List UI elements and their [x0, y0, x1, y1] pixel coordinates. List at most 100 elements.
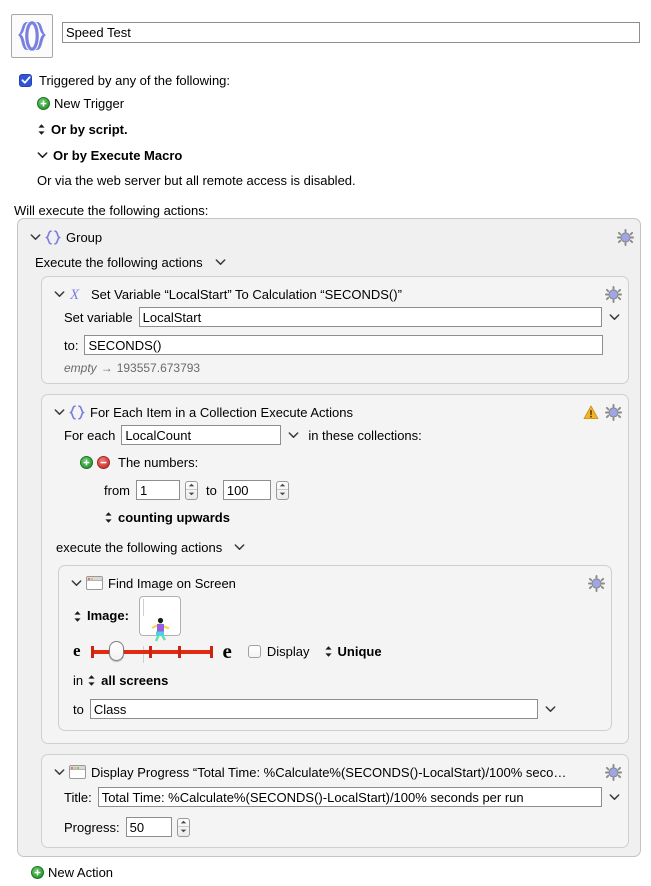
collection-type-label: The numbers: [118, 454, 199, 470]
set-variable-result: empty → 193557.673793 [42, 357, 628, 375]
unique-label: Unique [337, 643, 382, 659]
screens-row: in all screens [59, 668, 611, 692]
display-progress-title-row[interactable]: Display Progress “Total Time: %Calculate… [42, 761, 628, 783]
chevron-down-icon[interactable] [215, 258, 226, 266]
group-title: Group [66, 229, 103, 245]
display-progress-title: Display Progress “Total Time: %Calculate… [91, 764, 567, 780]
action-display-progress: Display Progress “Total Time: %Calculate… [41, 754, 629, 848]
range-from-input[interactable] [136, 480, 180, 500]
set-variable-title-row[interactable]: X Set Variable “LocalStart” To Calculati… [42, 283, 628, 305]
set-variable-value-row: to: [42, 333, 628, 357]
for-each-variable-row: For each in these collections: [42, 423, 628, 447]
set-variable-label: Set variable [64, 309, 133, 325]
in-label: in [73, 672, 84, 688]
add-collection-icon[interactable] [80, 455, 93, 469]
up-down-chevron-icon[interactable] [324, 645, 333, 658]
add-trigger-icon[interactable] [37, 96, 50, 110]
chevron-down-icon [37, 151, 48, 159]
triggered-by-checkbox[interactable] [19, 73, 32, 87]
group-title-row[interactable]: Group [18, 226, 640, 248]
progress-value-row: Progress: [42, 815, 628, 839]
find-image-disclosure-icon[interactable] [69, 579, 83, 587]
or-by-script-row[interactable]: Or by script. [37, 116, 651, 142]
up-down-chevron-icon[interactable] [87, 674, 96, 687]
find-image-title-row[interactable]: Find Image on Screen [59, 572, 611, 594]
up-down-chevron-icon [104, 511, 113, 524]
trigger-enabled-row[interactable]: Triggered by any of the following: [19, 70, 651, 90]
triggers-section: Triggered by any of the following: New T… [0, 58, 651, 192]
macro-header [0, 0, 651, 58]
range-from-stepper[interactable] [185, 480, 198, 500]
for-each-label: For each [64, 427, 116, 443]
range-to-stepper[interactable] [275, 480, 289, 500]
window-icon [69, 765, 86, 779]
range-to-input[interactable] [222, 480, 271, 500]
chevron-down-icon[interactable] [545, 705, 556, 713]
counting-direction-label: counting upwards [118, 509, 230, 525]
action-group: Group Execute the following actions X Se… [17, 218, 641, 857]
gear-icon[interactable] [588, 574, 605, 592]
up-down-chevron-icon[interactable] [73, 610, 82, 623]
or-by-execute-macro-row[interactable]: Or by Execute Macro [37, 142, 651, 168]
from-label: from [104, 482, 130, 498]
progress-stepper[interactable] [176, 817, 190, 837]
set-variable-name-row: Set variable [42, 305, 628, 329]
chevron-down-icon[interactable] [609, 313, 620, 321]
for-each-execute-row[interactable]: execute the following actions [42, 535, 628, 559]
to-label: to [73, 701, 84, 717]
gear-icon[interactable] [605, 285, 622, 303]
for-each-variable-input[interactable] [121, 425, 282, 445]
fuzz-slider[interactable] [90, 641, 213, 661]
number-range-row: from to [42, 478, 628, 502]
for-each-title-row[interactable]: For Each Item in a Collection Execute Ac… [42, 401, 628, 423]
collection-row: The numbers: [42, 450, 628, 474]
variable-name-input[interactable] [138, 307, 602, 327]
fuzz-slider-knob[interactable] [108, 641, 124, 661]
web-server-note-label: Or via the web server but all remote acc… [37, 172, 356, 188]
group-execute-row[interactable]: Execute the following actions [18, 248, 640, 276]
or-by-script-label: Or by script. [51, 121, 128, 137]
gear-icon[interactable] [617, 228, 634, 246]
variable-x-icon: X [69, 286, 86, 302]
gear-icon[interactable] [605, 763, 622, 781]
counting-direction-row[interactable]: counting upwards [42, 505, 628, 529]
new-action-label: New Action [48, 865, 114, 880]
set-variable-title: Set Variable “LocalStart” To Calculation… [91, 286, 402, 302]
add-action-icon[interactable] [31, 866, 44, 879]
variable-value-input[interactable] [84, 335, 603, 355]
set-variable-disclosure-icon[interactable] [52, 290, 66, 298]
for-each-execute-label: execute the following actions [56, 539, 223, 555]
display-checkbox[interactable] [247, 644, 261, 658]
remove-collection-icon[interactable] [97, 455, 110, 469]
new-action-row[interactable]: New Action [0, 857, 651, 880]
macro-icon[interactable] [11, 14, 53, 58]
actions-header-label: Will execute the following actions: [14, 202, 209, 218]
find-image-result-input[interactable] [89, 699, 538, 719]
arrow-icon: → [100, 361, 113, 375]
image-label: Image: [87, 608, 129, 623]
chevron-down-icon[interactable] [609, 793, 620, 801]
warning-icon[interactable] [583, 405, 599, 420]
progress-input[interactable] [125, 817, 172, 837]
to-label: to: [64, 337, 79, 353]
gear-icon[interactable] [605, 403, 622, 421]
display-progress-disclosure-icon[interactable] [52, 768, 66, 776]
group-disclosure-icon[interactable] [28, 233, 42, 241]
window-icon [86, 576, 103, 590]
chevron-down-icon[interactable] [234, 543, 245, 551]
web-server-note: Or via the web server but all remote acc… [37, 168, 651, 192]
image-thumbnail[interactable] [138, 596, 181, 663]
title-label: Title: [64, 789, 92, 805]
to-label: to [206, 482, 217, 498]
chevron-down-icon[interactable] [288, 431, 299, 439]
for-each-title: For Each Item in a Collection Execute Ac… [90, 404, 354, 420]
result-before: empty [64, 361, 97, 375]
curly-braces-icon [69, 404, 85, 420]
new-trigger-row[interactable]: New Trigger [37, 90, 651, 116]
macro-name-input[interactable] [62, 22, 640, 43]
action-for-each: For Each Item in a Collection Execute Ac… [41, 394, 629, 744]
actions-header: Will execute the following actions: [0, 192, 651, 218]
for-each-disclosure-icon[interactable] [52, 408, 66, 416]
group-execute-label: Execute the following actions [35, 254, 203, 270]
progress-title-input[interactable] [97, 787, 602, 807]
